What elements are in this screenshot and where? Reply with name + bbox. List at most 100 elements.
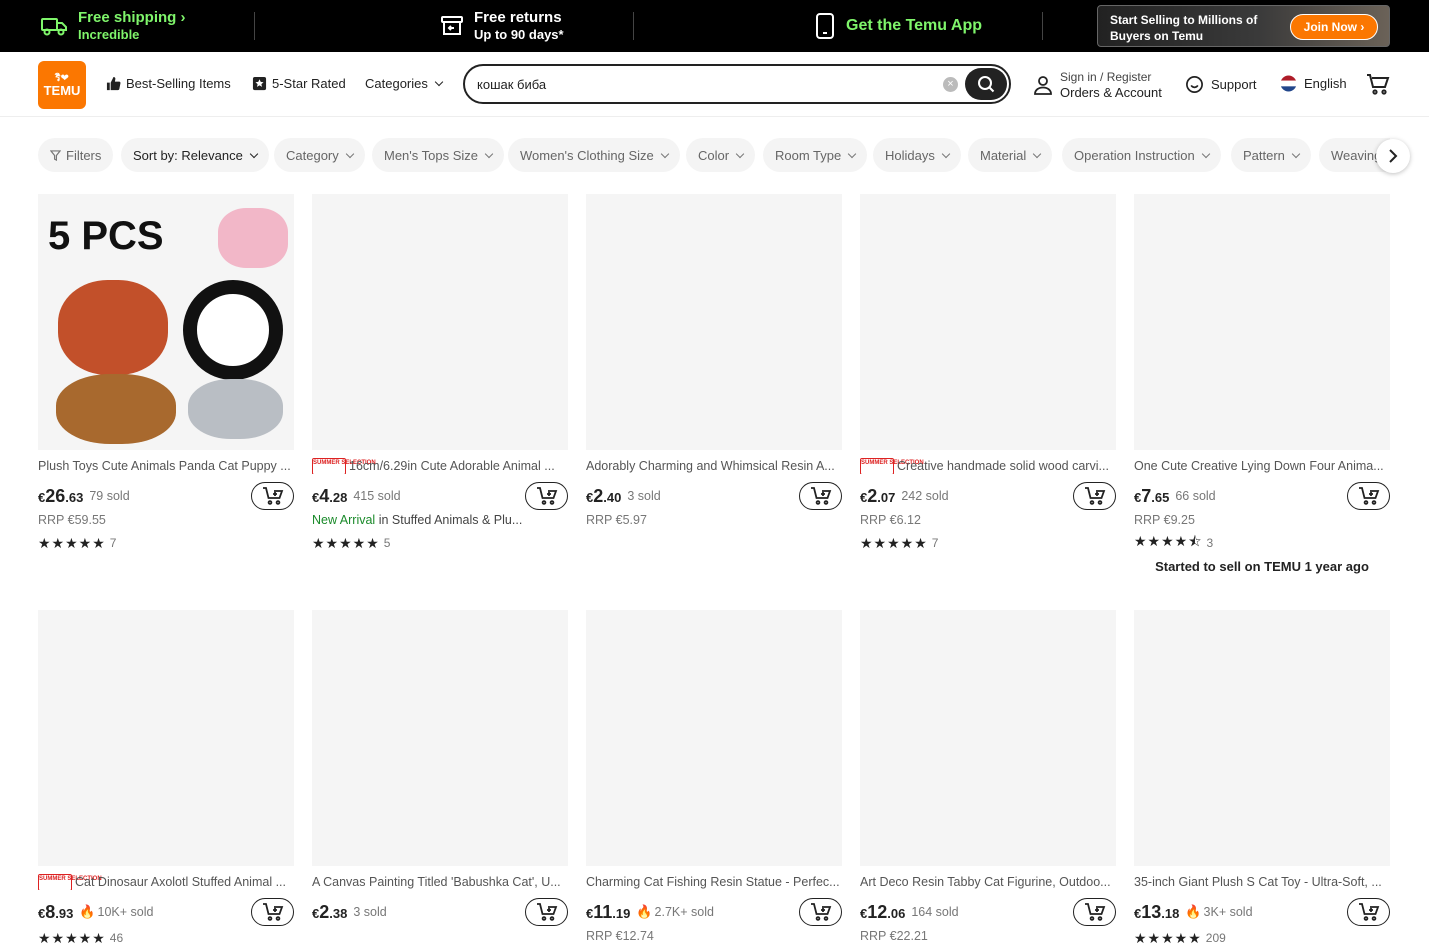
product-card[interactable]: One Cute Creative Lying Down Four Anima.… xyxy=(1134,194,1390,574)
rating-stars[interactable]: ★★★★★ 7 xyxy=(38,535,294,551)
sold-count: 66 sold xyxy=(1175,489,1215,503)
add-to-cart-button[interactable] xyxy=(799,482,842,510)
filter-chip[interactable]: Category xyxy=(274,138,365,172)
promo-divider xyxy=(254,12,255,40)
filter-chip[interactable]: Women's Clothing Size xyxy=(508,138,680,172)
product-title[interactable]: Plush Toys Cute Animals Panda Cat Puppy … xyxy=(38,458,294,474)
filter-chip[interactable]: Room Type xyxy=(763,138,868,172)
add-to-cart-button[interactable] xyxy=(799,898,842,926)
product-title[interactable]: SUMMER SELECTION 16cm/6.29in Cute Adorabl… xyxy=(312,458,568,474)
add-to-cart-button[interactable] xyxy=(251,898,294,926)
product-image[interactable] xyxy=(1134,610,1390,866)
product-title[interactable]: Charming Cat Fishing Resin Statue - Perf… xyxy=(586,874,842,890)
best-selling-link[interactable]: Best-Selling Items xyxy=(106,76,231,91)
free-shipping-promo[interactable]: Free shipping › Incredible xyxy=(40,9,186,43)
price-int: 11 xyxy=(593,901,613,922)
product-card[interactable]: Charming Cat Fishing Resin Statue - Perf… xyxy=(586,610,842,945)
scroll-right-button[interactable] xyxy=(1376,139,1410,173)
temu-logo[interactable]: ริ❤ TEMU xyxy=(38,61,86,109)
add-to-cart-button[interactable] xyxy=(251,482,294,510)
filter-chip[interactable]: Men's Tops Size xyxy=(372,138,505,172)
chevron-down-icon xyxy=(941,149,951,158)
product-title[interactable]: SUMMER SELECTION Cat Dinosaur Axolotl Stu… xyxy=(38,874,294,890)
product-card[interactable]: SUMMER SELECTION Creative handmade solid … xyxy=(860,194,1116,551)
product-image[interactable] xyxy=(860,610,1116,866)
filters-chip[interactable]: Filters xyxy=(38,138,114,172)
product-card[interactable]: 5 PCS Plush Toys Cute Animals Panda Cat P… xyxy=(38,194,294,551)
categories-menu[interactable]: Categories xyxy=(365,76,444,91)
filter-chip[interactable]: Material xyxy=(968,138,1053,172)
product-image[interactable]: 5 PCS xyxy=(38,194,294,450)
chevron-down-icon xyxy=(735,149,745,158)
get-app-promo[interactable]: Get the Temu App xyxy=(814,13,982,39)
start-selling-banner[interactable]: Start Selling to Millions of Buyers on T… xyxy=(1097,5,1390,47)
support-chat-icon xyxy=(1186,76,1203,93)
product-title[interactable]: 35-inch Giant Plush S Cat Toy - Ultra-So… xyxy=(1134,874,1390,890)
fire-icon: 🔥 xyxy=(79,904,96,919)
product-card[interactable]: A Canvas Painting Titled 'Babushka Cat',… xyxy=(312,610,568,926)
language-selector[interactable]: English xyxy=(1280,75,1347,92)
product-image[interactable] xyxy=(38,610,294,866)
chevron-right-icon: › xyxy=(1360,20,1365,34)
add-to-cart-icon xyxy=(536,487,557,505)
product-image[interactable] xyxy=(312,610,568,866)
plush-redpanda xyxy=(58,280,168,375)
chevron-right-icon: › xyxy=(180,9,186,26)
sort-by-dropdown[interactable]: Sort by: Relevance xyxy=(121,138,269,172)
sold-text: 3 sold xyxy=(353,905,387,919)
product-image[interactable] xyxy=(1134,194,1390,450)
rating-stars[interactable]: ★★★★⯪ 3 xyxy=(1134,533,1390,551)
product-image[interactable] xyxy=(586,610,842,866)
chevron-down-icon xyxy=(660,149,669,158)
cart-link[interactable] xyxy=(1366,73,1390,95)
support-link[interactable]: Support xyxy=(1185,75,1257,94)
star-icons: ★★★★★ xyxy=(38,929,106,946)
rating-stars[interactable]: ★★★★★ 209 xyxy=(1134,930,1390,946)
product-title[interactable]: Art Deco Resin Tabby Cat Figurine, Outdo… xyxy=(860,874,1116,890)
fire-icon: 🔥 xyxy=(636,904,653,919)
search-input[interactable] xyxy=(477,74,927,94)
search-button[interactable] xyxy=(965,68,1007,100)
filter-chip-label: Men's Tops Size xyxy=(384,147,479,163)
price-row: €2.07 242 sold xyxy=(860,482,1116,510)
add-to-cart-button[interactable] xyxy=(1347,482,1390,510)
sold-text: 10K+ sold xyxy=(97,905,154,919)
filter-chip-label: Material xyxy=(980,147,1027,163)
add-to-cart-button[interactable] xyxy=(525,482,568,510)
clear-search-icon[interactable]: × xyxy=(943,77,958,92)
filter-chip-label: Holidays xyxy=(885,147,935,163)
product-image[interactable] xyxy=(312,194,568,450)
product-card[interactable]: Adorably Charming and Whimsical Resin A.… xyxy=(586,194,842,529)
add-to-cart-button[interactable] xyxy=(1073,898,1116,926)
filter-chip[interactable]: Holidays xyxy=(873,138,961,172)
add-to-cart-button[interactable] xyxy=(525,898,568,926)
five-star-link[interactable]: 5-Star Rated xyxy=(252,76,346,91)
product-image[interactable] xyxy=(586,194,842,450)
sign-in-label: Sign in / Register xyxy=(1060,70,1152,84)
account-link[interactable]: Sign in / Register Orders & Account xyxy=(1033,70,1162,100)
product-card[interactable]: SUMMER SELECTION 16cm/6.29in Cute Adorabl… xyxy=(312,194,568,551)
join-now-button[interactable]: Join Now › xyxy=(1290,14,1378,40)
add-to-cart-button[interactable] xyxy=(1073,482,1116,510)
product-title[interactable]: A Canvas Painting Titled 'Babushka Cat',… xyxy=(312,874,568,890)
filter-chip[interactable]: Operation Instruction xyxy=(1062,138,1221,172)
product-image[interactable] xyxy=(860,194,1116,450)
filter-chip-label: Weaving xyxy=(1331,147,1382,163)
product-card[interactable]: 35-inch Giant Plush S Cat Toy - Ultra-So… xyxy=(1134,610,1390,946)
price-int: 7 xyxy=(1141,485,1152,506)
chevron-down-icon xyxy=(848,149,857,158)
product-card[interactable]: SUMMER SELECTION Cat Dinosaur Axolotl Stu… xyxy=(38,610,294,946)
rating-stars[interactable]: ★★★★★ 46 xyxy=(38,930,294,946)
product-title[interactable]: One Cute Creative Lying Down Four Anima.… xyxy=(1134,458,1390,474)
filter-chip[interactable]: Pattern xyxy=(1231,138,1311,172)
product-card[interactable]: Art Deco Resin Tabby Cat Figurine, Outdo… xyxy=(860,610,1116,945)
filter-chip[interactable]: Color xyxy=(686,138,756,172)
rating-stars[interactable]: ★★★★★ 7 xyxy=(860,535,1116,551)
rating-stars[interactable]: ★★★★★ 5 xyxy=(312,535,568,551)
plush-cat xyxy=(188,379,283,439)
add-to-cart-button[interactable] xyxy=(1347,898,1390,926)
product-title[interactable]: SUMMER SELECTION Creative handmade solid … xyxy=(860,458,1116,474)
new-arrival-tag[interactable]: New Arrival in Stuffed Animals & Plu... xyxy=(312,513,568,529)
free-returns-promo[interactable]: Free returns Up to 90 days* xyxy=(440,9,564,43)
product-title[interactable]: Adorably Charming and Whimsical Resin A.… xyxy=(586,458,842,474)
